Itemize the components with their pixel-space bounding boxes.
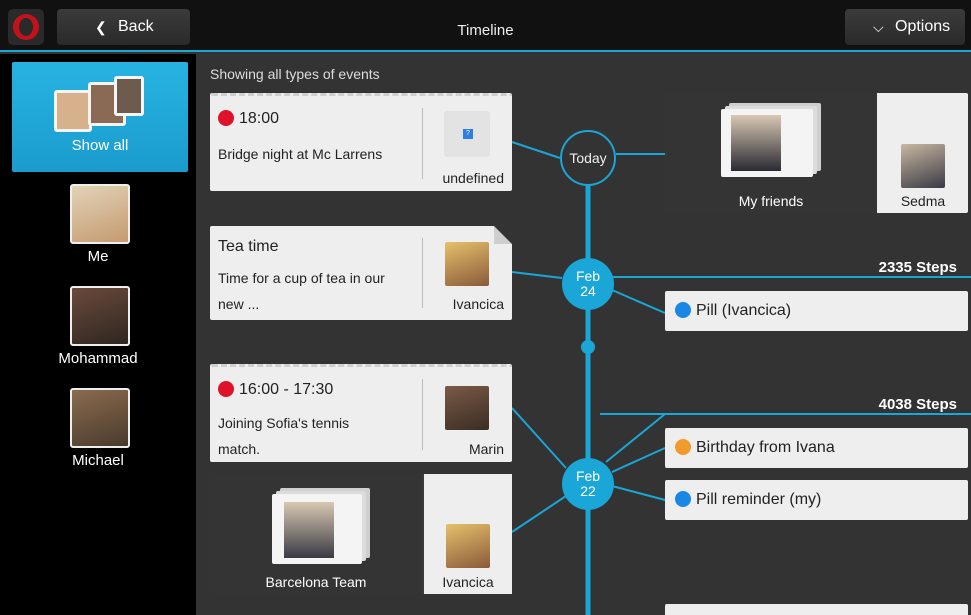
event-owner: undefined [442,170,504,186]
connector-line [611,289,666,314]
connector-line [611,485,666,501]
event-card-tea[interactable]: Tea time Time for a cup of tea in our ne… [210,226,512,320]
avatar [445,386,489,430]
red-dot-icon [218,381,234,397]
steps-count: 2335 Steps [878,259,957,276]
birthday-event[interactable]: Birthday from Ivana [665,428,968,468]
album-owner-panel: Ivancica [424,474,512,594]
event-text: new ... [218,296,260,312]
event-title: Tea time [218,238,279,255]
event-card-bridge[interactable]: 18:00 Bridge night at Mc Larrens ? undef… [210,93,512,191]
red-dot-icon [218,110,234,126]
pill-label: Birthday from Ivana [696,439,835,456]
connector-line [511,271,563,279]
event-owner: Ivancica [452,296,504,312]
date-node-feb-24[interactable]: Feb 24 [562,258,614,310]
blue-dot-icon [675,491,691,507]
today-node[interactable]: Today [560,130,616,186]
album-photo-area: Barcelona Team [210,474,422,594]
filter-status-text: Showing all types of events [210,66,380,82]
connector-line [511,495,567,533]
page-fold [494,226,512,244]
date-node-feb-22[interactable]: Feb 22 [562,458,614,510]
blue-dot-icon [675,302,691,318]
event-time-text: 18:00 [239,110,280,127]
avatar [901,144,945,188]
connector-line [511,407,567,469]
event-text: Bridge night at Mc Larrens [218,146,383,162]
date-day: 22 [580,483,596,499]
divider [422,379,423,450]
divider [422,238,423,308]
pill-label: Pill reminder (my) [696,491,822,508]
album-title: My friends [738,193,804,209]
unknown-image-icon: ? [444,111,490,157]
steps-count: 4038 Steps [878,396,957,413]
album-card-my-friends[interactable]: My friends Sedma [665,93,968,213]
event-text: match. [218,441,261,457]
date-month: Feb [575,468,601,484]
event-time: 18:00 [218,110,279,128]
divider [422,108,423,179]
event-owner: Marin [468,441,504,457]
timeline-marker[interactable] [581,340,595,354]
connector-line [605,413,666,463]
photo-pile-icon [272,494,362,564]
photo-pile-icon [721,109,813,177]
timeline-app: ❮ Back Timeline ⌵ Options Show all Me Mo… [0,0,971,615]
event-time-text: 16:00 - 17:30 [239,381,334,398]
event-text: Time for a cup of tea in our [218,270,385,286]
avatar [445,242,489,286]
album-owner: Sedma [900,193,946,209]
pill-event-ivancica[interactable]: Pill (Ivancica) [665,291,968,331]
event-time: 16:00 - 17:30 [218,381,333,399]
steps-line [600,413,971,415]
partial-event-card[interactable] [665,604,968,615]
steps-line [600,276,971,278]
pill-reminder-event[interactable]: Pill reminder (my) [665,480,968,520]
date-day: 24 [580,283,596,299]
connector-line [511,141,561,159]
album-owner: Ivancica [442,574,494,590]
album-photo-area: My friends [665,93,877,213]
event-text: Joining Sofia's tennis [218,415,350,431]
event-card-tennis[interactable]: 16:00 - 17:30 Joining Sofia's tennis mat… [210,364,512,462]
orange-dot-icon [675,439,691,455]
date-month: Feb [575,268,601,284]
album-card-barcelona[interactable]: Barcelona Team Ivancica [210,474,512,594]
avatar [446,524,490,568]
pill-label: Pill (Ivancica) [696,302,792,319]
album-title: Barcelona Team [265,574,367,590]
